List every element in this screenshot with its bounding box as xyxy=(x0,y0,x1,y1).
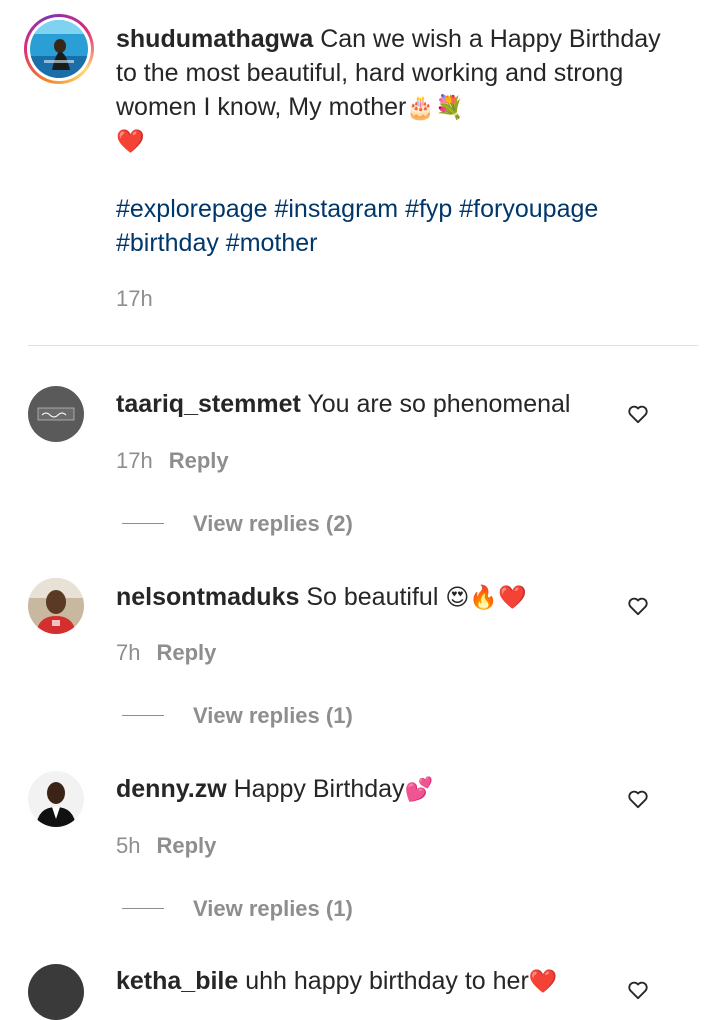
avatar-image xyxy=(28,771,84,827)
comment: ketha_bile uhh happy birthday to her❤️ xyxy=(116,964,616,998)
comment-username[interactable]: nelsontmaduks xyxy=(116,583,299,611)
comment-meta: 17h Reply xyxy=(116,448,229,474)
reply-button[interactable]: Reply xyxy=(169,448,229,473)
heart-outline-icon[interactable] xyxy=(627,789,649,809)
post-hashtags: #explorepage #instagram #fyp #foryoupage… xyxy=(116,192,676,260)
commenter-avatar[interactable] xyxy=(28,964,84,1020)
comment-emojis: 💕 xyxy=(404,776,434,802)
comment-timestamp: 5h xyxy=(116,833,141,858)
view-replies-button[interactable]: View replies (2) xyxy=(193,511,353,537)
comment-text: You are so phenomenal xyxy=(307,390,571,418)
comment-username[interactable]: ketha_bile xyxy=(116,967,238,995)
hashtags-line-2[interactable]: #birthday #mother xyxy=(116,226,676,260)
divider xyxy=(28,345,698,346)
post-caption: shudumathagwa Can we wish a Happy Birthd… xyxy=(116,22,676,158)
comment-text: uhh happy birthday to her xyxy=(245,967,529,995)
comment-meta: 7h Reply xyxy=(116,640,216,666)
comment: denny.zw Happy Birthday💕 xyxy=(116,772,616,806)
comment-text: Happy Birthday xyxy=(233,775,405,803)
post-author-username[interactable]: shudumathagwa xyxy=(116,25,313,53)
comment-text: So beautiful xyxy=(306,583,439,611)
commenter-avatar[interactable] xyxy=(28,386,84,442)
hashtags-line-1[interactable]: #explorepage #instagram #fyp #foryoupage xyxy=(116,192,676,226)
heart-outline-icon[interactable] xyxy=(627,404,649,424)
view-replies-button[interactable]: View replies (1) xyxy=(193,896,353,922)
comment-username[interactable]: taariq_stemmet xyxy=(116,390,301,418)
commenter-avatar[interactable] xyxy=(28,578,84,634)
heart-outline-icon[interactable] xyxy=(627,596,649,616)
post-timestamp: 17h xyxy=(116,286,153,311)
comment-timestamp: 17h xyxy=(116,448,153,473)
heart-outline-icon[interactable] xyxy=(627,980,649,1000)
commenter-avatar[interactable] xyxy=(28,771,84,827)
view-replies-line xyxy=(122,715,164,716)
avatar-image xyxy=(28,386,84,442)
comment: taariq_stemmet You are so phenomenal xyxy=(116,387,616,421)
comment: nelsontmaduks So beautiful 😍🔥❤️ xyxy=(116,580,616,614)
comment-timestamp: 7h xyxy=(116,640,141,665)
avatar-image xyxy=(28,964,84,1020)
comment-username[interactable]: denny.zw xyxy=(116,775,227,803)
avatar-image xyxy=(28,578,84,634)
view-replies-line xyxy=(122,908,164,909)
avatar-image xyxy=(30,20,88,78)
caption-heart-emoji: ❤️ xyxy=(116,128,145,154)
view-replies-line xyxy=(122,523,164,524)
post-author-avatar xyxy=(30,20,88,78)
comment-meta: 5h Reply xyxy=(116,833,216,859)
reply-button[interactable]: Reply xyxy=(156,640,216,665)
caption-emojis: 🎂💐 xyxy=(406,94,464,120)
comment-emojis: 😍🔥❤️ xyxy=(445,584,527,610)
comment-emojis: ❤️ xyxy=(528,968,558,994)
reply-button[interactable]: Reply xyxy=(156,833,216,858)
post-author-avatar-ring[interactable] xyxy=(24,14,94,84)
view-replies-button[interactable]: View replies (1) xyxy=(193,703,353,729)
